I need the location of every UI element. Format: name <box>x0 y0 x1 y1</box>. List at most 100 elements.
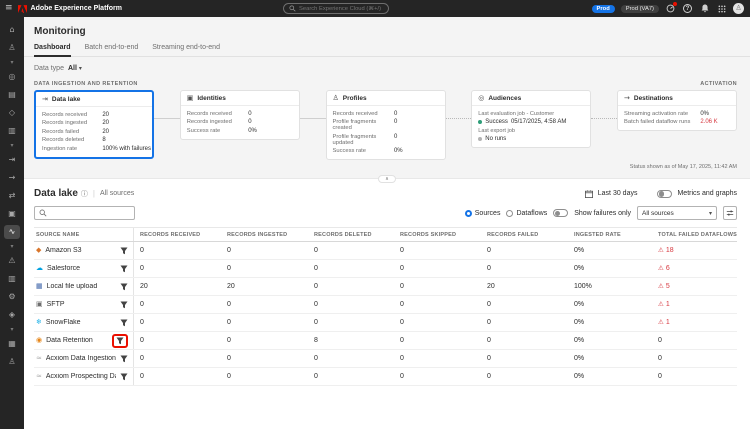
users-icon[interactable]: ♙ <box>4 355 20 369</box>
data-type-label: Data type <box>34 65 64 72</box>
identities-icon[interactable]: ▣ <box>4 207 20 221</box>
filter-funnel-icon[interactable] <box>120 373 128 381</box>
filter-funnel-icon[interactable] <box>120 355 128 363</box>
user-avatar[interactable]: ♙ <box>733 3 744 14</box>
filter-funnel-icon[interactable] <box>120 247 128 255</box>
column-settings-button[interactable] <box>723 206 737 220</box>
datasets-icon[interactable]: ▤ <box>4 88 20 102</box>
records-deleted-cell: 0 <box>308 265 394 272</box>
table-search[interactable] <box>34 206 135 220</box>
profiles-icon[interactable]: ♙ <box>4 41 20 55</box>
radio-sources[interactable]: Sources <box>465 210 501 217</box>
card-title: Destinations <box>634 95 673 102</box>
records-deleted-cell: 0 <box>308 355 394 362</box>
sources-table: SOURCE NAME RECORDS RECEIVED RECORDS ING… <box>24 227 750 386</box>
tags-icon[interactable]: ◈ <box>4 308 20 322</box>
global-search[interactable] <box>283 3 389 14</box>
ingested-rate-cell: 0% <box>568 265 652 272</box>
card-audiences[interactable]: ◎ Audiences Last evaluation job - Custom… <box>471 90 591 148</box>
apps-grid-icon[interactable] <box>716 3 727 14</box>
sandbox-switcher[interactable]: Prod (VA7) <box>621 5 659 13</box>
alerts-icon[interactable]: ⚠ <box>4 254 20 268</box>
date-range-select[interactable]: Last 30 days <box>598 190 638 197</box>
chevron-down-icon[interactable]: ▾ <box>4 142 20 149</box>
tools-icon[interactable]: ⚙ <box>4 290 20 304</box>
tab-streaming-end-to-end[interactable]: Streaming end-to-end <box>152 44 220 56</box>
col-source-name: SOURCE NAME <box>34 228 134 241</box>
source-name-link[interactable]: SFTP <box>47 301 65 308</box>
filter-funnel-icon[interactable] <box>120 265 128 273</box>
filter-funnel-icon[interactable] <box>120 283 128 291</box>
filter-funnel-icon[interactable] <box>120 301 128 309</box>
audiences-icon: ◎ <box>478 95 484 102</box>
card-profiles[interactable]: ♙ Profiles Records received0 Profile fra… <box>326 90 446 160</box>
table-row[interactable]: ▦ Local file upload 20 20 0 0 20 100% ⚠5 <box>34 278 737 296</box>
table-row[interactable]: ◆ Amazon S3 0 0 0 0 0 0% ⚠18 <box>34 242 737 260</box>
tab-batch-end-to-end[interactable]: Batch end-to-end <box>85 44 139 56</box>
acxiom-icon: ≈ <box>36 373 42 380</box>
chevron-down-icon[interactable]: ▾ <box>4 243 20 250</box>
chevron-down-icon[interactable]: ▾ <box>4 326 20 333</box>
source-name-link[interactable]: Amazon S3 <box>45 247 81 254</box>
home-icon[interactable]: ⌂ <box>4 23 20 37</box>
table-row[interactable]: ☁ Salesforce 0 0 0 0 0 0% ⚠6 <box>34 260 737 278</box>
records-deleted-cell: 0 <box>308 247 394 254</box>
table-row[interactable]: ❄ SnowFlake 0 0 0 0 0 0% ⚠1 <box>34 314 737 332</box>
card-identities[interactable]: ▣ Identities Records received0 Records i… <box>180 90 300 140</box>
table-row[interactable]: ▣ SFTP 0 0 0 0 0 0% ⚠1 <box>34 296 737 314</box>
audit-logs-icon[interactable]: ▥ <box>4 272 20 286</box>
destinations-icon[interactable]: → <box>4 171 20 185</box>
table-row[interactable]: ≈ Acxiom Data Ingestion 0 0 0 0 0 0% 0 <box>34 350 737 368</box>
ingested-rate-cell: 0% <box>568 301 652 308</box>
card-destinations[interactable]: → Destinations Streaming activation rate… <box>617 90 737 131</box>
page-title: Monitoring <box>24 17 750 37</box>
env-badge[interactable]: Prod <box>592 5 615 13</box>
notifications-bell-icon[interactable] <box>699 3 710 14</box>
records-failed-cell: 0 <box>481 319 568 326</box>
source-name-link[interactable]: Local file upload <box>47 283 98 290</box>
sources-icon[interactable]: ⇥ <box>4 153 20 167</box>
ingested-rate-cell: 0% <box>568 337 652 344</box>
overview-cards: ⇥ Data lake Records received20 Records i… <box>24 87 750 160</box>
chevron-down-icon[interactable]: ▾ <box>4 59 20 66</box>
records-received-cell: 0 <box>134 301 221 308</box>
warning-icon: ⚠ <box>658 247 664 254</box>
source-name-link[interactable]: Acxiom Prospecting Dat <box>46 373 116 380</box>
records-skipped-cell: 0 <box>394 283 481 290</box>
records-skipped-cell: 0 <box>394 373 481 380</box>
metrics-icon[interactable] <box>665 3 676 14</box>
data-type-select[interactable]: All ▾ <box>68 65 82 72</box>
queries-icon[interactable]: ▥ <box>4 124 20 138</box>
dataflows-icon[interactable]: ⇄ <box>4 189 20 203</box>
records-ingested-cell: 0 <box>221 373 308 380</box>
tab-dashboard[interactable]: Dashboard <box>34 44 71 57</box>
help-icon[interactable]: ? <box>682 3 693 14</box>
source-name-link[interactable]: Acxiom Data Ingestion <box>46 355 116 362</box>
source-name-link[interactable]: SnowFlake <box>46 319 81 326</box>
job-status-detail: 05/17/2025, 4:58 AM <box>511 119 566 125</box>
audiences-icon[interactable]: ◎ <box>4 70 20 84</box>
hamburger-menu-icon[interactable]: ≡ <box>0 4 18 13</box>
info-icon[interactable]: ⓘ <box>81 189 88 199</box>
filter-funnel-icon-highlighted[interactable] <box>112 334 128 348</box>
sources-filter-select[interactable]: All sources ▾ <box>637 206 717 220</box>
global-search-input[interactable] <box>299 6 383 12</box>
org-icon[interactable]: ▦ <box>4 337 20 351</box>
filter-funnel-icon[interactable] <box>120 319 128 327</box>
chevron-down-icon: ▾ <box>79 65 82 72</box>
metrics-graphs-toggle[interactable] <box>657 190 672 198</box>
show-failures-toggle[interactable] <box>553 209 568 217</box>
source-name-link[interactable]: Data Retention <box>46 337 93 344</box>
radio-dataflows[interactable]: Dataflows <box>506 210 547 217</box>
collapse-overview-button[interactable]: ∧ <box>378 175 396 183</box>
table-row[interactable]: ◉ Data Retention 0 0 8 0 0 0% 0 <box>34 332 737 350</box>
ingested-rate-cell: 0% <box>568 247 652 254</box>
records-ingested-cell: 0 <box>221 301 308 308</box>
table-search-input[interactable] <box>50 210 130 217</box>
table-row[interactable]: ≈ Acxiom Prospecting Dat 0 0 0 0 0 0% 0 <box>34 368 737 386</box>
card-data-lake[interactable]: ⇥ Data lake Records received20 Records i… <box>34 90 154 159</box>
monitoring-icon[interactable]: ∿ <box>4 225 20 239</box>
schemas-icon[interactable]: ◇ <box>4 106 20 120</box>
records-failed-cell: 0 <box>481 265 568 272</box>
source-name-link[interactable]: Salesforce <box>47 265 80 272</box>
